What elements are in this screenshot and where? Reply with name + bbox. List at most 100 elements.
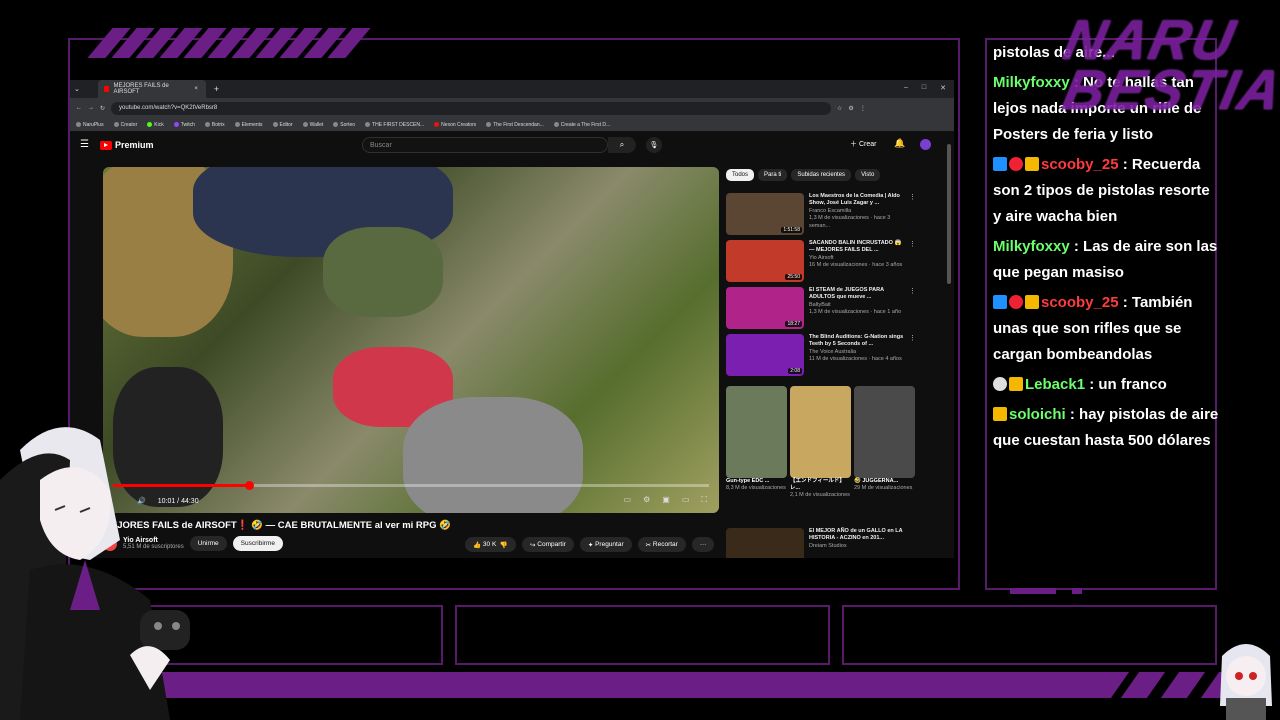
clip-button[interactable]: ✂ Recortar [637,537,686,552]
tab-search-icon[interactable]: ⌄ [74,85,80,93]
minimize-button[interactable]: – [904,84,908,92]
bottom-bar [90,672,1130,698]
chat-message: scooby_25 : Recuerda son 2 tipos de pist… [993,156,1210,225]
maximize-button[interactable]: □ [922,84,926,92]
bookmark-item[interactable]: Create a The First D... [553,122,610,128]
back-icon[interactable]: ← [76,105,82,111]
video-thumbnail[interactable] [726,528,804,558]
video-frame-shape [323,227,443,317]
address-row: ← → ↻ youtube.com/watch?v=QK2tVeRbsr8 ☆ … [70,98,954,118]
reload-icon[interactable]: ↻ [100,105,105,112]
short-item[interactable]: 🤣 JUGGERNA... 29 M de visualizaciones [854,386,915,499]
frame-stripes [87,28,395,58]
short-views: 29 M de visualizaciones [854,485,913,492]
url-text: youtube.com/watch?v=QK2tVeRbsr8 [119,105,218,111]
video-duration: 1:51:58 [781,227,802,233]
bookmark-item[interactable]: NaruPlus [76,122,104,128]
badge-icon [1009,157,1023,171]
bookmark-item[interactable]: Editor [272,122,293,128]
extensions-icon[interactable]: ⚙ [848,105,853,112]
short-item[interactable]: Gun-type EDC ... 8,3 M de visualizaciones [726,386,787,499]
more-options-icon[interactable]: ⋮ [909,240,916,284]
recommended-video[interactable]: 1:51:58 Los Maestros de la Comedia | Ald… [726,193,916,237]
video-thumbnail[interactable]: 2:08 [726,334,804,376]
badge-icon [993,295,1007,309]
video-controls-right: ▭ ⚙ ▣ ▭ ⛶ [624,495,707,505]
theater-mode-icon[interactable]: ▭ [682,495,690,505]
short-thumbnail[interactable] [790,386,851,478]
microphone-icon[interactable]: 🎙 [646,137,662,153]
more-options-icon[interactable]: ⋮ [909,193,916,237]
account-avatar[interactable] [920,139,931,150]
chat-frame-accent [1010,588,1056,594]
video-frame-shape [403,397,583,513]
video-meta: 16 M de visualizaciones · hace 3 años [809,262,903,269]
bookmark-item[interactable]: Nexon Creators [434,122,476,128]
new-tab-button[interactable]: + [214,84,219,94]
star-icon[interactable]: ☆ [837,105,842,112]
bookmark-item[interactable]: Sorteo [333,122,355,128]
more-options-icon[interactable]: ⋮ [909,287,916,331]
create-button[interactable]: ＋ Crear [850,139,876,149]
video-title: The Blind Auditions: G-Nation sings Teet… [809,334,904,348]
crown-icon [1025,295,1039,309]
menu-icon[interactable]: ⋮ [860,105,866,112]
more-actions-button[interactable]: ··· [691,537,715,552]
channel-name: Dreiam Studios [809,542,847,549]
chip-watched[interactable]: Visto [855,169,881,181]
search-input[interactable]: Buscar [362,137,608,153]
bookmark-item[interactable]: The First Descendan... [486,122,544,128]
short-thumbnail[interactable] [854,386,915,478]
subtitles-icon[interactable]: ▭ [624,495,632,505]
more-options-icon[interactable]: ⋮ [909,334,916,378]
search-button[interactable]: ⌕ [608,137,636,153]
video-duration: 2:08 [788,368,802,374]
bookmark-item[interactable]: Kick [147,122,164,128]
bar-stripe [1160,672,1206,698]
video-thumbnail[interactable]: 25:50 [726,240,804,282]
like-button[interactable]: 👍 30 K 👎 [465,537,516,552]
page-scrollbar[interactable] [947,144,951,284]
forward-icon[interactable]: → [88,105,94,111]
bookmark-item[interactable]: Wallet [302,122,323,128]
address-bar[interactable]: youtube.com/watch?v=QK2tVeRbsr8 [111,101,832,115]
fullscreen-icon[interactable]: ⛶ [701,495,707,505]
recommended-video[interactable]: 2:08 The Blind Auditions: G-Nation sings… [726,334,916,378]
filter-chips: Todos Para ti Subidas recientes Visto [726,169,881,181]
tab-close-icon[interactable]: × [194,86,198,92]
short-views: 8,3 M de visualizaciones [726,485,786,492]
dislike-icon[interactable]: 👎 [500,541,508,549]
video-title: El MEJOR AÑO de un GALLO en LA HISTORIA … [809,528,903,542]
video-scrubber-handle[interactable] [245,481,255,490]
chip-for-you[interactable]: Para ti [758,169,788,181]
chip-recent[interactable]: Subidas recientes [791,169,852,181]
bookmark-item[interactable]: Elements [234,122,263,128]
scissors-icon: ✂ [645,541,653,549]
bookmark-item[interactable]: Botrix [204,122,225,128]
settings-icon[interactable]: ⚙ [643,495,650,505]
recommended-video[interactable]: 25:50 SACANDO BALIN INCRUSTADO 😱 — MEJOR… [726,240,916,284]
hamburger-menu-icon[interactable]: ☰ [80,139,89,150]
channel-name: The Voice Australia [809,348,857,355]
share-button[interactable]: ↪ Compartir [522,537,574,552]
browser-tab[interactable]: MEJORES FAILS de AIRSOFT × [97,80,206,98]
youtube-logo[interactable]: Premium [100,140,154,150]
video-thumbnail[interactable]: 18:27 [726,287,804,329]
brand-logo: NARU BESTIA [1058,8,1280,121]
subscribe-button[interactable]: Suscribirme [232,536,283,551]
channel-name: Yio Airsoft [809,254,834,261]
recommended-video[interactable]: El MEJOR AÑO de un GALLO en LA HISTORIA … [726,528,916,558]
recommended-video[interactable]: 18:27 El STEAM de JUEGOS PARA ADULTOS qu… [726,287,916,331]
ask-button[interactable]: ✦ Preguntar [579,537,632,552]
short-thumbnail[interactable] [726,386,787,478]
video-thumbnail[interactable]: 1:51:58 [726,193,804,235]
badge-icon [1009,295,1023,309]
chip-all[interactable]: Todos [726,169,755,181]
notifications-bell-icon[interactable]: 🔔 [894,138,905,149]
short-item[interactable]: 【エンドフィールド】レ... 2,1 M de visualizaciones [790,386,851,499]
bookmark-item[interactable]: Twitch [173,122,195,128]
close-window-button[interactable]: ✕ [940,84,946,92]
bookmark-item[interactable]: THE FIRST DESCEN... [365,122,424,128]
miniplayer-icon[interactable]: ▣ [662,495,670,505]
bookmark-item[interactable]: Creator [113,122,137,128]
